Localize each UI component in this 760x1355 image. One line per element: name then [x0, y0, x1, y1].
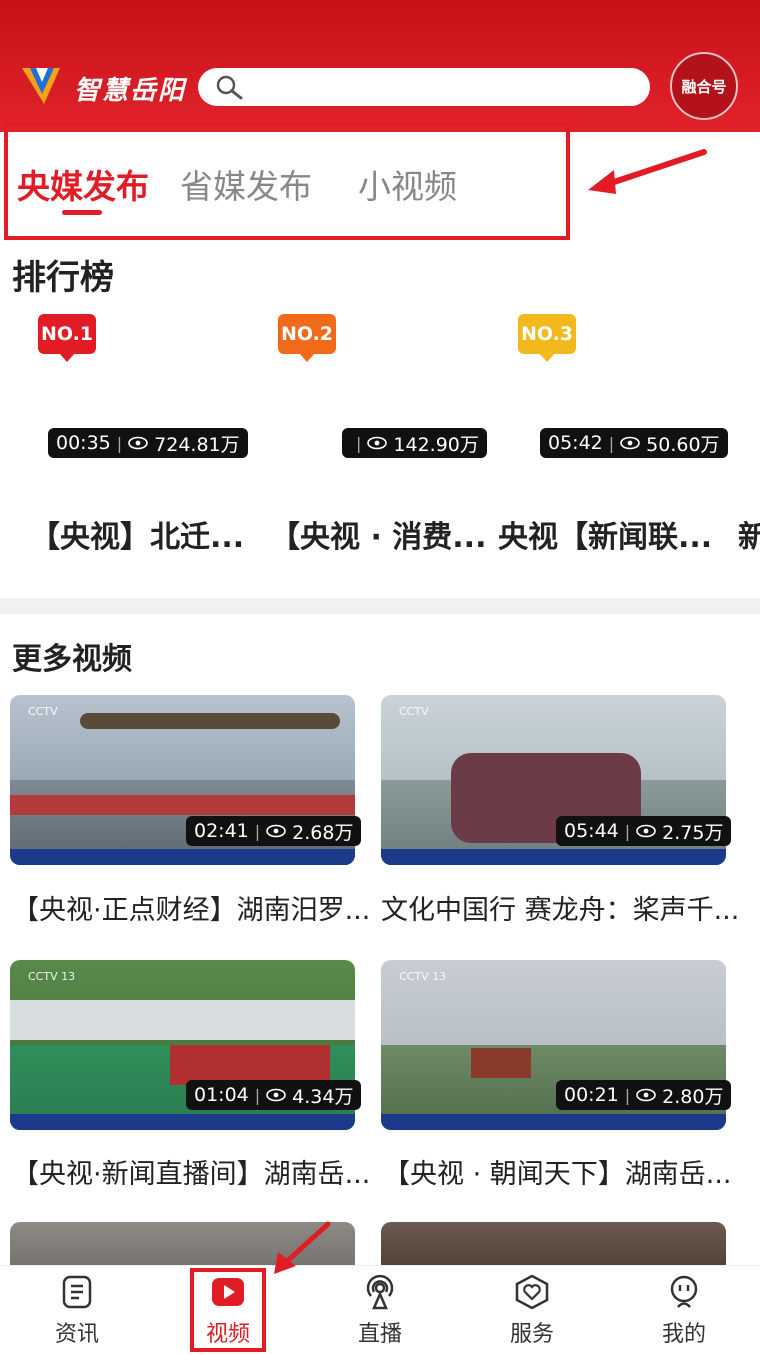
eye-icon: [128, 436, 148, 450]
annotation-highlight-box: [4, 122, 570, 240]
nav-service[interactable]: 服务: [482, 1272, 582, 1348]
rank-1-title[interactable]: 【央视】北迁...: [30, 512, 244, 556]
duration-label: 05:42: [548, 432, 603, 454]
duration-label: 00:35: [56, 432, 111, 454]
ranking-title: 排行榜: [12, 258, 114, 298]
nav-news[interactable]: 资讯: [27, 1272, 127, 1348]
rank-4-title-partial[interactable]: 新: [738, 512, 760, 556]
nav-label: 直播: [357, 1322, 402, 1347]
nav-label: 服务: [509, 1322, 554, 1347]
app-page: 智慧岳阳 融合号 央媒发布 省媒发布 小视频 排行榜 NO.1 00:35 | …: [0, 0, 760, 1355]
app-header: 智慧岳阳 融合号: [0, 0, 760, 132]
rank-2-stats: | 142.90万: [342, 428, 487, 458]
views-label: 142.90万: [393, 433, 479, 456]
service-icon: [515, 1274, 549, 1310]
views-label: 4.34万: [292, 1085, 354, 1108]
eye-icon: [636, 1088, 656, 1102]
views-label: 2.68万: [292, 821, 354, 844]
eye-icon: [636, 824, 656, 838]
eye-icon: [266, 824, 286, 838]
rongheyao-badge[interactable]: 融合号: [670, 52, 738, 120]
video-3-title[interactable]: 【央视·新闻直播间】湖南岳...: [12, 1152, 384, 1191]
live-icon: [366, 1274, 394, 1310]
video-4-title[interactable]: 【央视 · 朝闻天下】湖南岳...: [383, 1152, 755, 1191]
duration-label: 02:41: [194, 820, 249, 842]
video-4-stats: 00:21 | 2.80万: [556, 1080, 732, 1110]
annotation-arrow-icon: [588, 149, 707, 194]
video-2-title[interactable]: 文化中国行 赛龙舟：桨声千...: [381, 888, 753, 927]
rank-badge-3: NO.3: [518, 314, 576, 362]
rank-badge-2: NO.2: [278, 314, 336, 362]
app-brand: 智慧岳阳: [74, 76, 187, 106]
search-icon: [216, 75, 243, 100]
views-label: 724.81万: [154, 433, 240, 456]
nav-label: 资讯: [54, 1322, 99, 1347]
search-bar[interactable]: [198, 68, 650, 106]
app-logo-icon: [22, 68, 60, 104]
profile-icon: [670, 1275, 698, 1308]
video-3-stats: 01:04 | 4.34万: [186, 1080, 362, 1110]
nav-live[interactable]: 直播: [330, 1272, 430, 1348]
duration-label: 00:21: [564, 1084, 619, 1106]
eye-icon: [266, 1088, 286, 1102]
rank-1-stats: 00:35 | 724.81万: [48, 428, 248, 458]
eye-icon: [620, 436, 640, 450]
section-divider: [0, 598, 760, 614]
eye-icon: [367, 436, 388, 450]
nav-label: 我的: [661, 1322, 706, 1347]
more-videos-title: 更多视频: [12, 642, 132, 677]
annotation-nav-highlight: [190, 1268, 266, 1352]
duration-label: 05:44: [564, 820, 619, 842]
video-2-stats: 05:44 | 2.75万: [556, 816, 732, 846]
views-label: 2.75万: [662, 821, 724, 844]
views-label: 2.80万: [662, 1085, 724, 1108]
views-label: 50.60万: [646, 433, 720, 456]
annotation-arrow-icon: [274, 1221, 331, 1274]
rank-3-stats: 05:42 | 50.60万: [540, 428, 728, 458]
duration-label: 01:04: [194, 1084, 249, 1106]
video-1-title[interactable]: 【央视·正点财经】湖南汨罗...: [12, 888, 384, 927]
rank-3-title[interactable]: 央视【新闻联...: [498, 512, 730, 556]
nav-profile[interactable]: 我的: [634, 1272, 734, 1348]
rank-2-title[interactable]: 【央视 · 消费...: [270, 512, 484, 556]
video-1-stats: 02:41 | 2.68万: [186, 816, 362, 846]
rank-badge-1: NO.1: [38, 314, 96, 362]
news-icon: [62, 1275, 92, 1309]
